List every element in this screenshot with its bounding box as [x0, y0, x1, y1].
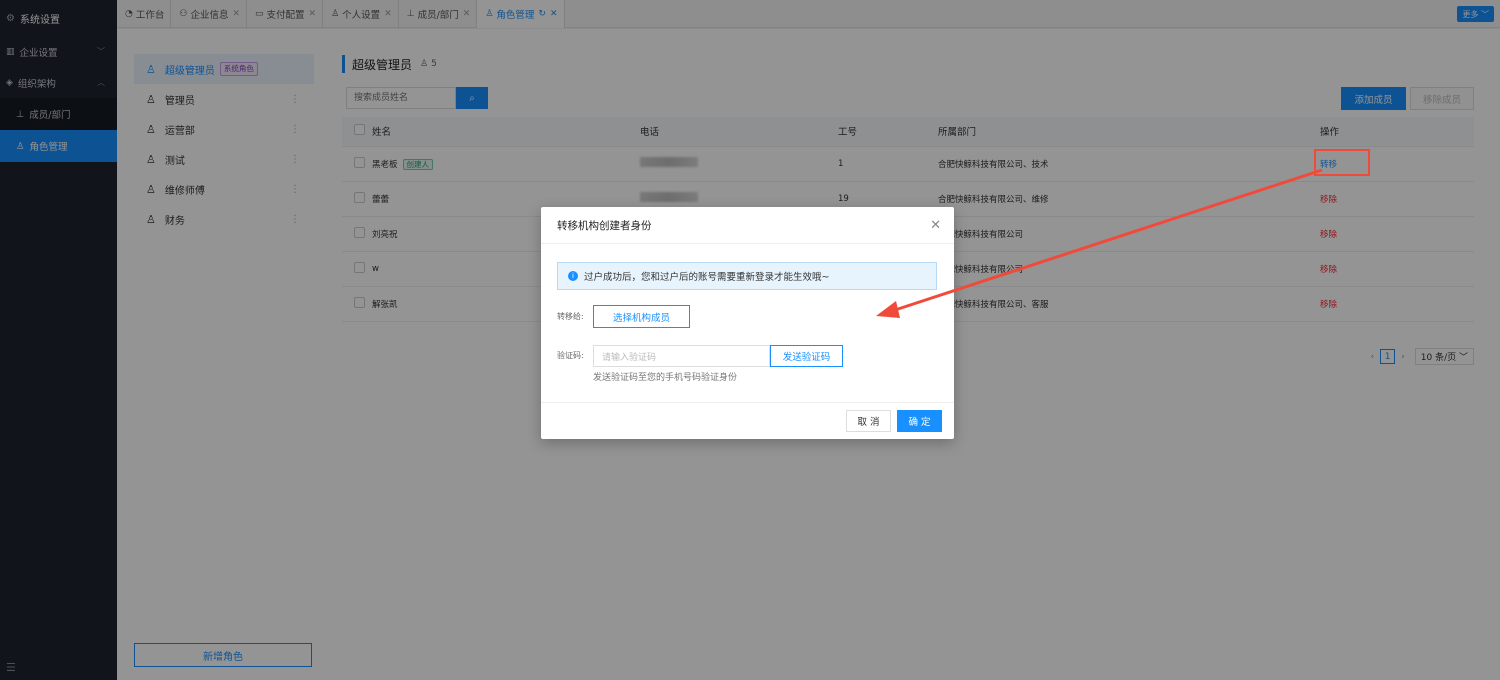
transfer-owner-dialog: 转移机构创建者身份 ✕ i 过户成功后，您和过户后的账号需要重新登录才能生效哦~…: [541, 207, 954, 439]
confirm-button[interactable]: 确 定: [897, 410, 942, 432]
transfer-to-label: 转移给:: [557, 312, 584, 321]
cancel-button[interactable]: 取 消: [846, 410, 891, 432]
notice-text: 过户成功后，您和过户后的账号需要重新登录才能生效哦~: [584, 272, 830, 283]
send-code-button[interactable]: 发送验证码: [770, 345, 843, 367]
info-icon: i: [568, 271, 578, 281]
code-hint: 发送验证码至您的手机号码验证身份: [593, 373, 738, 383]
annotation-highlight-box: [1314, 149, 1370, 176]
dialog-footer: 取 消 确 定: [541, 402, 954, 439]
select-member-button[interactable]: 选择机构成员: [593, 305, 690, 328]
info-notice: i 过户成功后，您和过户后的账号需要重新登录才能生效哦~: [557, 262, 937, 290]
code-label: 验证码:: [557, 351, 584, 360]
dialog-header: 转移机构创建者身份 ✕: [541, 207, 954, 244]
verification-code-input[interactable]: 请输入验证码: [593, 345, 770, 367]
close-icon[interactable]: ✕: [930, 218, 941, 233]
dialog-title: 转移机构创建者身份: [557, 219, 652, 232]
code-placeholder: 请输入验证码: [602, 352, 657, 363]
